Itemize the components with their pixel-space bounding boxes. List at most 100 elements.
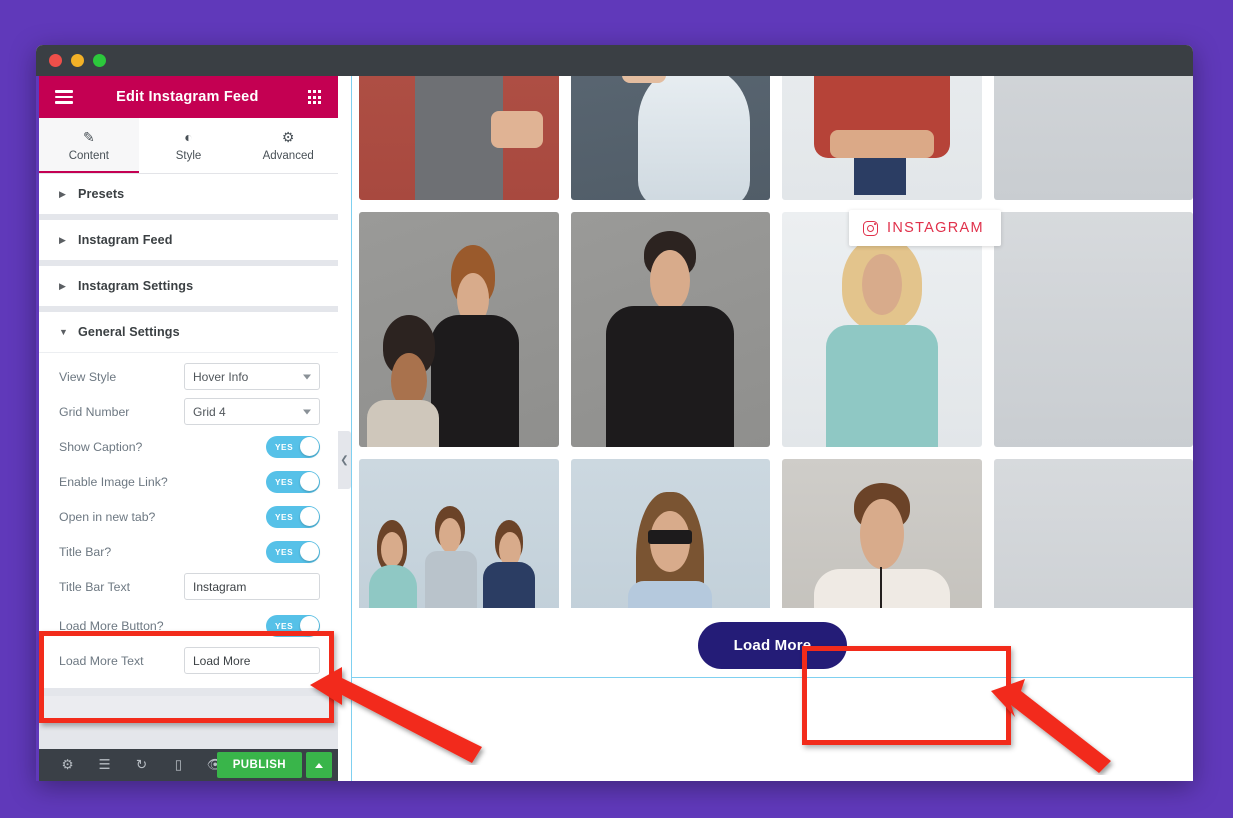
instagram-hover-badge[interactable]: INSTAGRAM: [849, 210, 1001, 246]
title-bar-toggle[interactable]: YES: [266, 540, 320, 563]
instagram-feed-widget: INSTAGRAM Load More: [352, 76, 1193, 700]
enable-image-link-toggle-value: YES: [275, 476, 294, 487]
instagram-photo-grid: [352, 76, 1193, 694]
section-instagram-settings[interactable]: ▶ Instagram Settings: [39, 266, 338, 306]
load-more-button-label: Load More Button?: [59, 618, 164, 633]
show-caption-toggle-value: YES: [275, 441, 294, 452]
enable-image-link-label: Enable Image Link?: [59, 474, 168, 489]
panel-collapse-handle[interactable]: ❮: [338, 431, 351, 489]
section-general-settings[interactable]: ▼ General Settings: [39, 312, 338, 353]
gear-icon: ⚙: [281, 129, 295, 145]
section-general-settings-label: General Settings: [78, 325, 180, 339]
photo-cell[interactable]: [782, 76, 982, 200]
pencil-icon: ✎: [82, 129, 95, 145]
photo-cell[interactable]: [570, 212, 770, 447]
instagram-camera-icon: [863, 220, 878, 236]
tab-content-label: Content: [68, 150, 109, 162]
browser-window: Edit Instagram Feed ✎ Content ◐ Style ⚙ …: [36, 45, 1193, 781]
publish-button[interactable]: PUBLISH: [216, 752, 302, 778]
preview-canvas: ❮ INSTAGRAM Load More: [338, 76, 1193, 781]
tab-advanced-label: Advanced: [262, 150, 314, 162]
window-maximize-button[interactable]: [93, 54, 106, 67]
grid-number-value: Grid 4: [193, 404, 226, 419]
toggle-knob: [299, 472, 319, 491]
monitor-icon[interactable]: ▯: [160, 749, 197, 781]
photo-cell[interactable]: [570, 76, 770, 200]
control-title-bar: Title Bar? YES: [59, 534, 320, 569]
toggle-knob: [299, 507, 319, 526]
chevron-left-icon: ❮: [340, 454, 349, 466]
view-style-select[interactable]: Hover Info: [184, 363, 320, 390]
toggle-knob: [299, 542, 319, 561]
panel-title: Edit Instagram Feed: [116, 89, 259, 105]
photo-cell[interactable]: [782, 212, 982, 447]
chevron-up-icon: [315, 762, 323, 768]
chevron-right-icon: ▶: [59, 188, 66, 199]
load-more-button[interactable]: Load More: [697, 622, 848, 669]
load-more-text-input[interactable]: [184, 647, 320, 674]
grid-number-label: Grid Number: [59, 404, 130, 419]
chevron-down-icon: [303, 374, 311, 379]
tab-style-label: Style: [175, 150, 202, 162]
contrast-icon: ◐: [184, 129, 193, 145]
title-bar-text-label: Title Bar Text: [59, 579, 131, 594]
section-guide-line: [352, 677, 1193, 678]
load-more-text-label: Load More Text: [59, 653, 144, 668]
load-more-button-label: Load More: [733, 637, 812, 654]
control-load-more-text: Load More Text: [59, 643, 320, 678]
gear-icon[interactable]: ⚙: [49, 749, 86, 781]
history-clock-icon[interactable]: ↻: [123, 749, 160, 781]
chevron-down-icon: ▼: [59, 327, 68, 337]
control-view-style: View Style Hover Info: [59, 359, 320, 394]
enable-image-link-toggle[interactable]: YES: [266, 470, 320, 493]
section-instagram-feed[interactable]: ▶ Instagram Feed: [39, 220, 338, 260]
tab-content[interactable]: ✎ Content: [39, 118, 139, 173]
photo-cell[interactable]: [359, 76, 559, 200]
instagram-hover-badge-label: INSTAGRAM: [887, 220, 984, 236]
chevron-down-icon: [303, 409, 311, 414]
control-open-in-new-tab: Open in new tab? YES: [59, 499, 320, 534]
panel-footer-toolbar: ⚙ ☰ ↻ ▯ 👁 PUBLISH: [39, 749, 338, 781]
section-presets[interactable]: ▶ Presets: [39, 174, 338, 214]
load-more-button-toggle[interactable]: YES: [266, 614, 320, 637]
panel-scroll-area[interactable]: ▶ Presets ▶ Instagram Feed ▶ Instagram S…: [39, 174, 338, 749]
load-more-button-toggle-value: YES: [275, 620, 294, 631]
photo-cell[interactable]: [993, 76, 1193, 200]
section-instagram-feed-label: Instagram Feed: [78, 233, 173, 247]
photo-cell[interactable]: [359, 212, 559, 447]
publish-button-label: PUBLISH: [232, 759, 286, 771]
control-load-more-button: Load More Button? YES: [59, 608, 320, 643]
open-in-new-tab-label: Open in new tab?: [59, 509, 156, 524]
show-caption-label: Show Caption?: [59, 439, 143, 454]
toggle-knob: [299, 437, 319, 456]
section-instagram-settings-label: Instagram Settings: [78, 279, 194, 293]
window-minimize-button[interactable]: [71, 54, 84, 67]
panel-header: Edit Instagram Feed: [39, 76, 338, 118]
general-settings-controls: View Style Hover Info Grid Number Grid 4: [39, 353, 338, 688]
section-next-partial[interactable]: [39, 696, 338, 722]
grid-number-select[interactable]: Grid 4: [184, 398, 320, 425]
section-presets-label: Presets: [78, 187, 125, 201]
chevron-right-icon: ▶: [59, 234, 66, 245]
toggle-knob: [299, 616, 319, 635]
editor-panel: Edit Instagram Feed ✎ Content ◐ Style ⚙ …: [36, 76, 338, 781]
grid-apps-icon[interactable]: [307, 90, 321, 104]
window-titlebar: [36, 45, 1193, 76]
tab-style[interactable]: ◐ Style: [139, 118, 239, 173]
photo-cell[interactable]: [993, 212, 1193, 447]
window-close-button[interactable]: [49, 54, 62, 67]
open-in-new-tab-toggle[interactable]: YES: [266, 505, 320, 528]
view-style-value: Hover Info: [193, 369, 249, 384]
canvas-content: INSTAGRAM Load More: [351, 76, 1193, 781]
show-caption-toggle[interactable]: YES: [266, 435, 320, 458]
tab-advanced[interactable]: ⚙ Advanced: [238, 118, 338, 173]
panel-tabs: ✎ Content ◐ Style ⚙ Advanced: [39, 118, 338, 174]
layers-icon[interactable]: ☰: [86, 749, 123, 781]
control-title-bar-text: Title Bar Text: [59, 569, 320, 604]
title-bar-label: Title Bar?: [59, 544, 112, 559]
publish-options-button[interactable]: [306, 752, 332, 778]
title-bar-toggle-value: YES: [275, 546, 294, 557]
chevron-right-icon: ▶: [59, 280, 66, 291]
title-bar-text-input[interactable]: [184, 573, 320, 600]
open-in-new-tab-toggle-value: YES: [275, 511, 294, 522]
